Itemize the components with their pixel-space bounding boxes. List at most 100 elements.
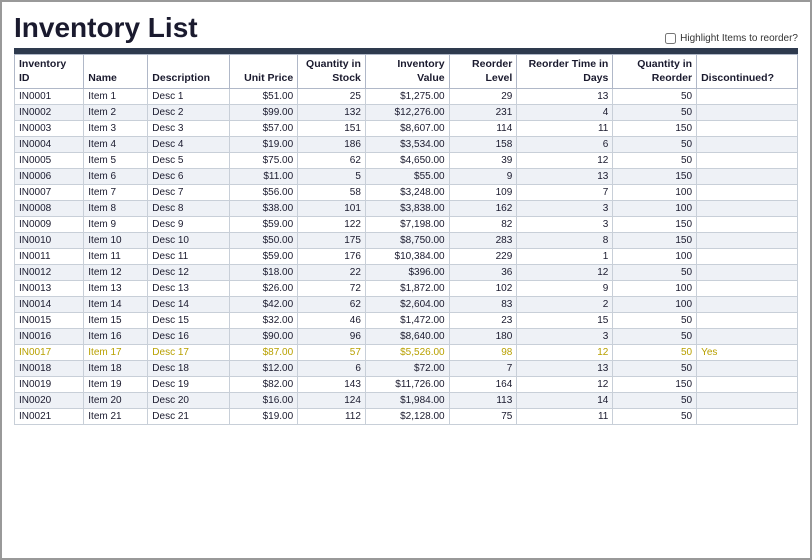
cell-qty-reorder: 50 <box>613 137 697 153</box>
cell-price: $18.00 <box>230 265 298 281</box>
cell-name: Item 5 <box>84 153 148 169</box>
cell-days: 8 <box>517 233 613 249</box>
cell-price: $99.00 <box>230 105 298 121</box>
cell-disc <box>697 89 798 105</box>
cell-disc <box>697 281 798 297</box>
cell-id: IN0007 <box>15 185 84 201</box>
cell-disc <box>697 233 798 249</box>
cell-desc: Desc 10 <box>148 233 230 249</box>
table-row: IN0009Item 9Desc 9$59.00122$7,198.008231… <box>15 217 798 233</box>
cell-reorder: 29 <box>449 89 517 105</box>
cell-id: IN0002 <box>15 105 84 121</box>
cell-desc: Desc 8 <box>148 201 230 217</box>
cell-inv: $2,604.00 <box>365 297 449 313</box>
cell-name: Item 10 <box>84 233 148 249</box>
table-row: IN0012Item 12Desc 12$18.0022$396.0036125… <box>15 265 798 281</box>
cell-qty: 57 <box>298 345 366 361</box>
cell-price: $59.00 <box>230 249 298 265</box>
cell-inv: $5,526.00 <box>365 345 449 361</box>
cell-qty-reorder: 50 <box>613 329 697 345</box>
cell-disc <box>697 409 798 425</box>
cell-qty-reorder: 50 <box>613 153 697 169</box>
cell-days: 3 <box>517 329 613 345</box>
cell-days: 15 <box>517 313 613 329</box>
cell-reorder: 231 <box>449 105 517 121</box>
cell-disc <box>697 121 798 137</box>
cell-days: 12 <box>517 345 613 361</box>
cell-price: $59.00 <box>230 217 298 233</box>
cell-disc <box>697 185 798 201</box>
cell-reorder: 109 <box>449 185 517 201</box>
table-row: IN0016Item 16Desc 16$90.0096$8,640.00180… <box>15 329 798 345</box>
table-row: IN0006Item 6Desc 6$11.005$55.00913150 <box>15 169 798 185</box>
inventory-table: Inventory ID Name Description Unit Price… <box>14 54 798 425</box>
cell-days: 12 <box>517 153 613 169</box>
cell-qty: 175 <box>298 233 366 249</box>
cell-qty-reorder: 100 <box>613 185 697 201</box>
cell-qty-reorder: 50 <box>613 393 697 409</box>
cell-disc <box>697 313 798 329</box>
col-header-qty: Quantity in Stock <box>298 55 366 89</box>
cell-desc: Desc 6 <box>148 169 230 185</box>
cell-qty-reorder: 150 <box>613 377 697 393</box>
cell-disc <box>697 393 798 409</box>
cell-qty: 112 <box>298 409 366 425</box>
table-row: IN0014Item 14Desc 14$42.0062$2,604.00832… <box>15 297 798 313</box>
cell-desc: Desc 2 <box>148 105 230 121</box>
cell-days: 4 <box>517 105 613 121</box>
cell-id: IN0005 <box>15 153 84 169</box>
cell-days: 7 <box>517 185 613 201</box>
cell-id: IN0003 <box>15 121 84 137</box>
table-row: IN0021Item 21Desc 21$19.00112$2,128.0075… <box>15 409 798 425</box>
highlight-label: Highlight Items to reorder? <box>680 33 798 44</box>
cell-id: IN0021 <box>15 409 84 425</box>
table-container[interactable]: Inventory ID Name Description Unit Price… <box>14 54 798 514</box>
cell-desc: Desc 16 <box>148 329 230 345</box>
cell-desc: Desc 19 <box>148 377 230 393</box>
cell-desc: Desc 4 <box>148 137 230 153</box>
header-section: Inventory List Highlight Items to reorde… <box>14 12 798 44</box>
cell-disc <box>697 297 798 313</box>
cell-reorder: 39 <box>449 153 517 169</box>
cell-qty-reorder: 50 <box>613 313 697 329</box>
highlight-checkbox[interactable] <box>665 33 676 44</box>
cell-reorder: 82 <box>449 217 517 233</box>
cell-desc: Desc 3 <box>148 121 230 137</box>
table-body: IN0001Item 1Desc 1$51.0025$1,275.0029135… <box>15 89 798 425</box>
table-row: IN0013Item 13Desc 13$26.0072$1,872.00102… <box>15 281 798 297</box>
cell-inv: $72.00 <box>365 361 449 377</box>
cell-price: $16.00 <box>230 393 298 409</box>
table-row: IN0019Item 19Desc 19$82.00143$11,726.001… <box>15 377 798 393</box>
cell-price: $19.00 <box>230 409 298 425</box>
cell-qty-reorder: 100 <box>613 281 697 297</box>
cell-inv: $1,984.00 <box>365 393 449 409</box>
cell-qty: 143 <box>298 377 366 393</box>
cell-disc <box>697 377 798 393</box>
highlight-check-container: Highlight Items to reorder? <box>665 33 798 44</box>
cell-disc <box>697 329 798 345</box>
cell-days: 13 <box>517 89 613 105</box>
cell-reorder: 164 <box>449 377 517 393</box>
cell-id: IN0006 <box>15 169 84 185</box>
cell-desc: Desc 14 <box>148 297 230 313</box>
table-row: IN0001Item 1Desc 1$51.0025$1,275.0029135… <box>15 89 798 105</box>
cell-reorder: 9 <box>449 169 517 185</box>
cell-inv: $8,750.00 <box>365 233 449 249</box>
cell-disc <box>697 137 798 153</box>
cell-id: IN0018 <box>15 361 84 377</box>
cell-id: IN0017 <box>15 345 84 361</box>
cell-qty: 186 <box>298 137 366 153</box>
table-row: IN0003Item 3Desc 3$57.00151$8,607.001141… <box>15 121 798 137</box>
cell-qty-reorder: 50 <box>613 345 697 361</box>
cell-desc: Desc 21 <box>148 409 230 425</box>
cell-name: Item 9 <box>84 217 148 233</box>
page-title: Inventory List <box>14 12 198 44</box>
cell-reorder: 83 <box>449 297 517 313</box>
col-header-id: Inventory ID <box>15 55 84 89</box>
cell-desc: Desc 9 <box>148 217 230 233</box>
cell-reorder: 23 <box>449 313 517 329</box>
cell-qty: 72 <box>298 281 366 297</box>
cell-id: IN0014 <box>15 297 84 313</box>
cell-price: $12.00 <box>230 361 298 377</box>
cell-desc: Desc 5 <box>148 153 230 169</box>
